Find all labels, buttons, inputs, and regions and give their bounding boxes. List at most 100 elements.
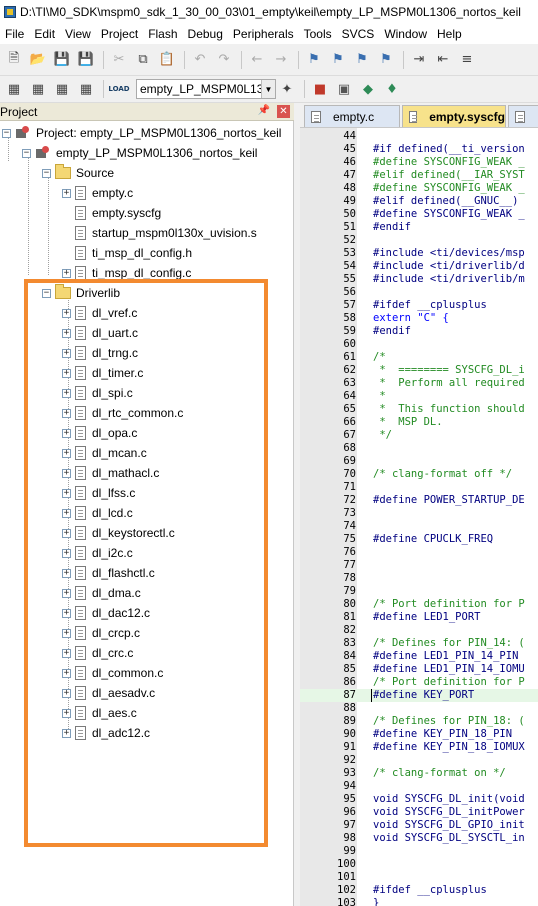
project-panel-title: Project [0, 104, 38, 119]
code-text: /* Defines for PIN_18: ( [373, 715, 525, 727]
run-time-environment-icon[interactable]: ♦ [381, 78, 403, 100]
tree-file-item[interactable]: + empty.c [62, 183, 133, 203]
copy-icon[interactable]: ⧉ [132, 49, 154, 71]
code-line: 69 [300, 455, 538, 468]
expand-icon[interactable]: + [62, 188, 71, 198]
rebuild-icon[interactable]: ▦ [51, 78, 73, 100]
file-label: ti_msp_dl_config.h [92, 246, 193, 260]
collapse-icon[interactable]: − [22, 148, 31, 158]
menu-edit[interactable]: Edit [29, 27, 60, 41]
menu-file[interactable]: File [0, 27, 29, 41]
folder-icon [55, 164, 71, 179]
next-bookmark-icon[interactable]: ⚑ [351, 49, 373, 71]
navigate-forward-icon[interactable]: → [270, 49, 292, 71]
line-number: 58 [343, 312, 356, 324]
code-line: 82 [300, 624, 538, 637]
code-line: 85 #define LED1_PIN_14_IOMU [300, 663, 538, 676]
menu-window[interactable]: Window [379, 27, 432, 41]
code-line: 80 /* Port definition for P [300, 598, 538, 611]
line-number: 79 [343, 585, 356, 597]
open-file-icon[interactable]: 📂 [27, 49, 49, 71]
translate-icon[interactable]: ▦ [3, 78, 25, 100]
menu-help[interactable]: Help [432, 27, 467, 41]
code-line: 62 * ======== SYSCFG_DL_i [300, 364, 538, 377]
tree-file-item[interactable]: ti_msp_dl_config.h [75, 243, 192, 263]
line-number: 59 [343, 325, 356, 337]
load-icon[interactable]: LOAD [108, 78, 130, 100]
unindent-icon[interactable]: ⇤ [432, 49, 454, 71]
tree-target[interactable]: − empty_LP_MSPM0L1306_nortos_keil [22, 143, 257, 163]
code-line: 70 /* clang-format off */ [300, 468, 538, 481]
line-number: 62 [343, 364, 356, 376]
tree-file-item[interactable]: empty.syscfg [75, 203, 161, 223]
menu-svcs[interactable]: SVCS [337, 27, 380, 41]
code-text: #include <ti/devices/msp [373, 247, 525, 259]
target-options-icon[interactable]: ✦ [276, 78, 298, 100]
manage-project-items-icon[interactable]: ■ [309, 78, 331, 100]
menu-project[interactable]: Project [96, 27, 143, 41]
menu-tools[interactable]: Tools [299, 27, 337, 41]
pin-icon[interactable]: 📌 [258, 105, 270, 116]
tab-label: empty.c [333, 109, 375, 124]
file-icon [75, 186, 86, 200]
tree-project-root[interactable]: − Project: empty_LP_MSPM0L1306_nortos_ke… [2, 123, 281, 143]
target-select[interactable]: empty_LP_MSPM0L1306_nortos_keil ▼ [136, 79, 276, 99]
code-line: 68 [300, 442, 538, 455]
line-number: 84 [343, 650, 356, 662]
code-line: 59 #endif [300, 325, 538, 338]
save-icon[interactable]: 💾 [51, 49, 73, 71]
code-text: /* Port definition for P [373, 598, 525, 610]
tab-empty-syscfg[interactable]: empty.syscfg [402, 105, 506, 127]
code-line: 89 /* Defines for PIN_18: ( [300, 715, 538, 728]
menu-peripherals[interactable]: Peripherals [228, 27, 299, 41]
code-line: 95 void SYSCFG_DL_init(void [300, 793, 538, 806]
menu-flash[interactable]: Flash [143, 27, 182, 41]
menu-view[interactable]: View [60, 27, 96, 41]
close-icon[interactable]: ✕ [277, 105, 290, 118]
code-line: 94 [300, 780, 538, 793]
line-number: 49 [343, 195, 356, 207]
line-number: 100 [337, 858, 356, 870]
target-select-value: empty_LP_MSPM0L1306_nortos_keil [140, 82, 275, 96]
line-number: 91 [343, 741, 356, 753]
comment-icon[interactable]: ≡ [456, 49, 478, 71]
toolbar-separator [103, 80, 104, 98]
collapse-icon[interactable]: − [2, 128, 11, 138]
build-icon[interactable]: ▦ [27, 78, 49, 100]
pack-installer-icon[interactable]: ▣ [333, 78, 355, 100]
line-number: 65 [343, 403, 356, 415]
toolbar-separator [103, 50, 104, 69]
line-number: 85 [343, 663, 356, 675]
cut-icon[interactable]: ✂ [108, 49, 130, 71]
prev-bookmark-icon[interactable]: ⚑ [327, 49, 349, 71]
select-packs-icon[interactable]: ◆ [357, 78, 379, 100]
collapse-icon[interactable]: − [42, 168, 51, 178]
tab-empty-c[interactable]: empty.c [304, 105, 400, 127]
code-line: 73 [300, 507, 538, 520]
tab-next[interactable] [508, 105, 538, 127]
menu-debug[interactable]: Debug [183, 27, 228, 41]
window-title: D:\TI\M0_SDK\mspm0_sdk_1_30_00_03\01_emp… [20, 5, 521, 19]
indent-icon[interactable]: ⇥ [408, 49, 430, 71]
code-line: 58 extern "C" { [300, 312, 538, 325]
line-number: 82 [343, 624, 356, 636]
undo-icon[interactable]: ↶ [189, 49, 211, 71]
tree-group-source[interactable]: − Source [42, 163, 114, 183]
tree-file-item[interactable]: startup_mspm0l130x_uvision.s [75, 223, 257, 243]
navigate-back-icon[interactable]: ← [246, 49, 268, 71]
paste-icon[interactable]: 📋 [156, 49, 178, 71]
code-editor[interactable]: 44 45 #if defined(__ti_version 46 #define SY… [300, 127, 538, 906]
editor-tab-bar: empty.c empty.syscfg [300, 103, 538, 127]
line-number: 44 [343, 130, 356, 142]
line-number: 74 [343, 520, 356, 532]
expand-icon[interactable]: + [62, 268, 71, 278]
redo-icon[interactable]: ↷ [213, 49, 235, 71]
chevron-down-icon: ▼ [261, 80, 275, 98]
bookmark-icon[interactable]: ⚑ [303, 49, 325, 71]
clear-bookmarks-icon[interactable]: ⚑ [375, 49, 397, 71]
target-label: empty_LP_MSPM0L1306_nortos_keil [56, 146, 258, 160]
batch-build-icon[interactable]: ▦ [75, 78, 97, 100]
save-all-icon[interactable]: 💾 [75, 49, 97, 71]
line-number: 77 [343, 559, 356, 571]
new-file-icon[interactable]: 🗎 [3, 49, 25, 71]
